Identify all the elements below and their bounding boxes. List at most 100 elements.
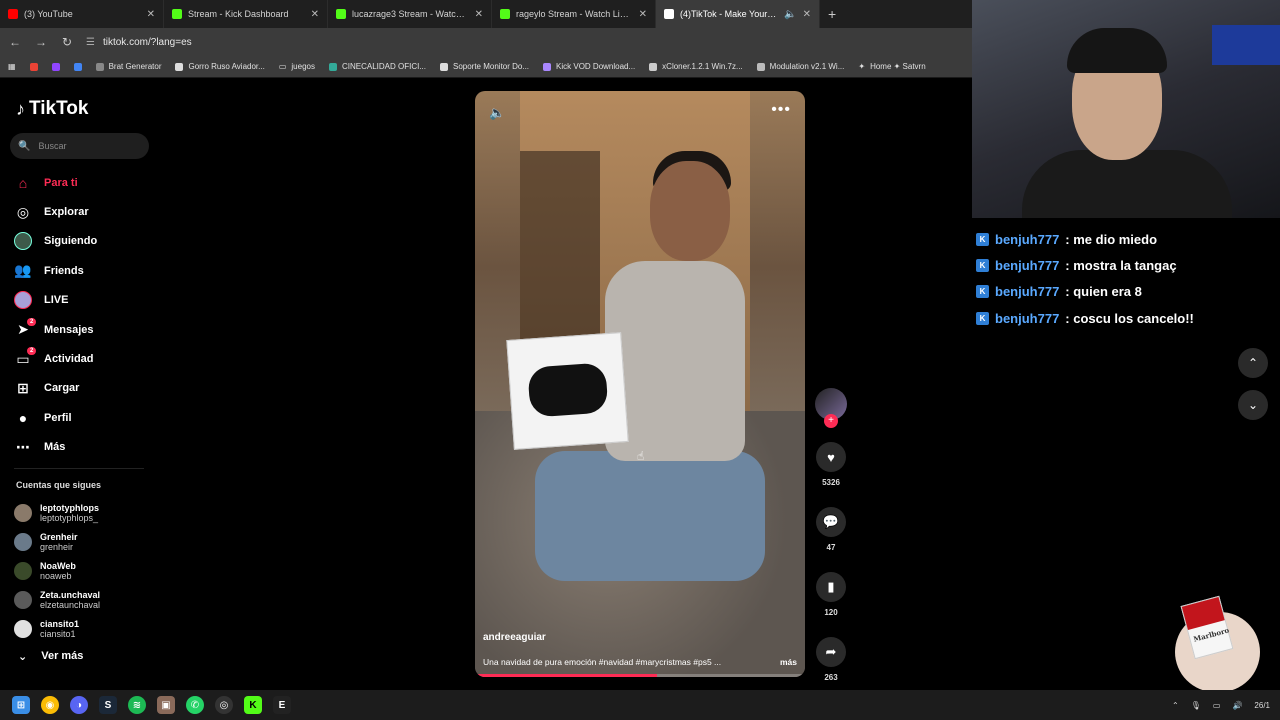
close-icon[interactable]: ✕: [475, 9, 483, 20]
tiktok-logo[interactable]: ♪ TikTok: [16, 98, 88, 120]
comment-button[interactable]: 💬: [816, 507, 846, 537]
close-icon[interactable]: ✕: [311, 9, 319, 20]
video-progress-bar[interactable]: [475, 674, 805, 677]
chevron-up-icon: ⌃: [1247, 356, 1259, 370]
site-info-icon[interactable]: ☰: [86, 37, 95, 48]
forward-icon[interactable]: →: [34, 35, 48, 49]
tab-title: Stream - Kick Dashboard: [188, 9, 289, 19]
nav-actividad[interactable]: ▭ 2 Actividad: [14, 344, 154, 373]
search-input[interactable]: [38, 141, 139, 151]
search-box[interactable]: 🔍: [10, 133, 149, 159]
app-icon[interactable]: ▣: [157, 696, 175, 714]
apps-icon[interactable]: ▦: [8, 62, 16, 71]
search-icon: 🔍: [18, 140, 31, 152]
volume-icon[interactable]: 🔊: [1232, 701, 1242, 710]
close-icon[interactable]: ✕: [147, 9, 155, 20]
logo-text: TikTok: [29, 98, 89, 119]
video-author[interactable]: andreeaguiar: [483, 632, 546, 643]
microphone-icon[interactable]: 🎙: [1191, 701, 1201, 710]
reload-icon[interactable]: ↻: [60, 35, 74, 49]
epic-games-icon[interactable]: E: [273, 696, 291, 714]
action-rail: + ♥ 5326 💬 47 ▮ 120 ➦ 263: [814, 388, 848, 720]
bookmark-gorro[interactable]: Gorro Ruso Aviador...: [175, 62, 265, 71]
twitch-icon[interactable]: [51, 62, 60, 71]
bookmark-brat-generator[interactable]: Brat Generator: [95, 62, 161, 71]
next-video-button[interactable]: ⌄: [1238, 390, 1268, 420]
see-more-button[interactable]: ⌄ Ver más: [18, 650, 83, 663]
share-button[interactable]: ➦: [816, 637, 846, 667]
more-options-icon[interactable]: •••: [771, 101, 791, 119]
clock[interactable]: 26/1: [1254, 701, 1270, 710]
nav-label: Explorar: [44, 206, 89, 219]
close-icon[interactable]: ✕: [803, 9, 811, 20]
obs-icon[interactable]: ◎: [215, 696, 233, 714]
nav-friends[interactable]: 👥 Friends: [14, 256, 154, 285]
avatar: [14, 532, 32, 551]
tab-kick-dashboard[interactable]: Stream - Kick Dashboard ✕: [164, 0, 328, 28]
tab-title: (4)TikTok - Make Your Day: [680, 9, 779, 19]
url-field[interactable]: ☰ tiktok.com/?lang=es: [86, 37, 192, 48]
kick-app-icon[interactable]: K: [244, 696, 262, 714]
new-tab-button[interactable]: +: [820, 6, 844, 22]
following-item[interactable]: ciansito1 ciansito1: [14, 615, 154, 644]
nav-perfil[interactable]: ● Perfil: [14, 403, 154, 432]
nav-label: Mensajes: [44, 323, 94, 336]
sidebar-divider: [14, 468, 144, 469]
chevron-up-icon[interactable]: ⌃: [1172, 701, 1179, 710]
like-button[interactable]: ♥: [816, 442, 846, 472]
kick-badge-icon: K: [976, 311, 989, 325]
tab-rageylo[interactable]: rageylo Stream - Watch Live on ✕: [492, 0, 656, 28]
following-item[interactable]: NoaWeb noaweb: [14, 556, 154, 585]
more-link[interactable]: más: [780, 657, 797, 667]
steam-icon[interactable]: S: [99, 696, 117, 714]
nav-para-ti[interactable]: ⌂ Para ti: [14, 168, 154, 197]
author-avatar[interactable]: +: [815, 388, 847, 428]
follow-plus-icon[interactable]: +: [824, 414, 838, 428]
following-item[interactable]: Zeta.unchaval elzetaunchaval: [14, 586, 154, 615]
bookmark-soporte-monitor[interactable]: Soporte Monitor Do...: [439, 62, 529, 71]
bookmark-juegos[interactable]: ▭ juegos: [279, 62, 315, 71]
folder-icon: ▭: [278, 62, 287, 71]
nav-explorar[interactable]: ◎ Explorar: [14, 197, 154, 226]
live-icon: [14, 291, 32, 310]
bookmark-kick-vod[interactable]: Kick VOD Download...: [543, 62, 635, 71]
nav-siguiendo[interactable]: Siguiendo: [14, 227, 154, 256]
tab-lucazrage3[interactable]: lucazrage3 Stream - Watch Live on ✕: [328, 0, 492, 28]
previous-video-button[interactable]: ⌃: [1238, 348, 1268, 378]
back-icon[interactable]: ←: [8, 35, 22, 49]
chrome-icon[interactable]: ◉: [41, 696, 59, 714]
bookmark-cinecalidad[interactable]: CINECALIDAD OFICI...: [328, 62, 426, 71]
following-item[interactable]: leptotyphlops leptotyphlops_: [14, 498, 154, 527]
hand-cursor-icon: ☝: [637, 449, 645, 463]
bookmark-xcloner[interactable]: xCloner.1.2.1 Win.7z...: [649, 62, 743, 71]
bookmark-satvrn[interactable]: ✦ Home ✦ Satvrn: [858, 62, 925, 71]
volume-icon[interactable]: 🔈: [489, 105, 505, 121]
description-text: Una navidad de pura emoción #navidad #ma…: [483, 657, 722, 667]
tiktok-page: ♪ TikTok 🔍 ⌂ Para ti ◎ Explorar Siguiend…: [0, 78, 972, 720]
speaker-icon[interactable]: 🔈: [784, 9, 796, 20]
close-icon[interactable]: ✕: [639, 9, 647, 20]
whatsapp-icon[interactable]: ✆: [186, 696, 204, 714]
nav-mensajes[interactable]: ➤ 2 Mensajes: [14, 315, 154, 344]
bookmark-modulation[interactable]: Modulation v2.1 Wi...: [756, 62, 844, 71]
nav-cargar[interactable]: ⊞ Cargar: [14, 374, 154, 403]
following-item[interactable]: Grenheir grenheir: [14, 527, 154, 556]
chat-text: : me dio miedo: [1065, 231, 1158, 247]
gmail-icon[interactable]: [29, 62, 38, 71]
upload-icon: ⊞: [17, 379, 29, 396]
spotify-icon[interactable]: ≋: [128, 696, 146, 714]
avatar: [14, 620, 32, 639]
network-icon[interactable]: ▭: [1213, 701, 1221, 710]
tab-youtube[interactable]: (3) YouTube ✕: [0, 0, 164, 28]
shield-icon[interactable]: [73, 62, 82, 71]
windows-start-icon[interactable]: ⊞: [12, 696, 30, 714]
discord-icon[interactable]: ◑: [70, 696, 88, 714]
nav-mas[interactable]: ⋯ Más: [14, 433, 154, 462]
chat-message: K benjuh777 : coscu los cancelo!!: [976, 305, 1276, 331]
nav-live[interactable]: LIVE: [14, 286, 154, 315]
following-list: leptotyphlops leptotyphlops_ Grenheir gren…: [14, 498, 154, 644]
share-count: 263: [824, 673, 838, 682]
video-player[interactable]: 🔈 ••• ☝ andreeaguiar Una navidad de pura…: [475, 91, 805, 677]
bookmark-button[interactable]: ▮: [816, 572, 846, 602]
tab-tiktok[interactable]: (4)TikTok - Make Your Day 🔈 ✕: [656, 0, 820, 28]
